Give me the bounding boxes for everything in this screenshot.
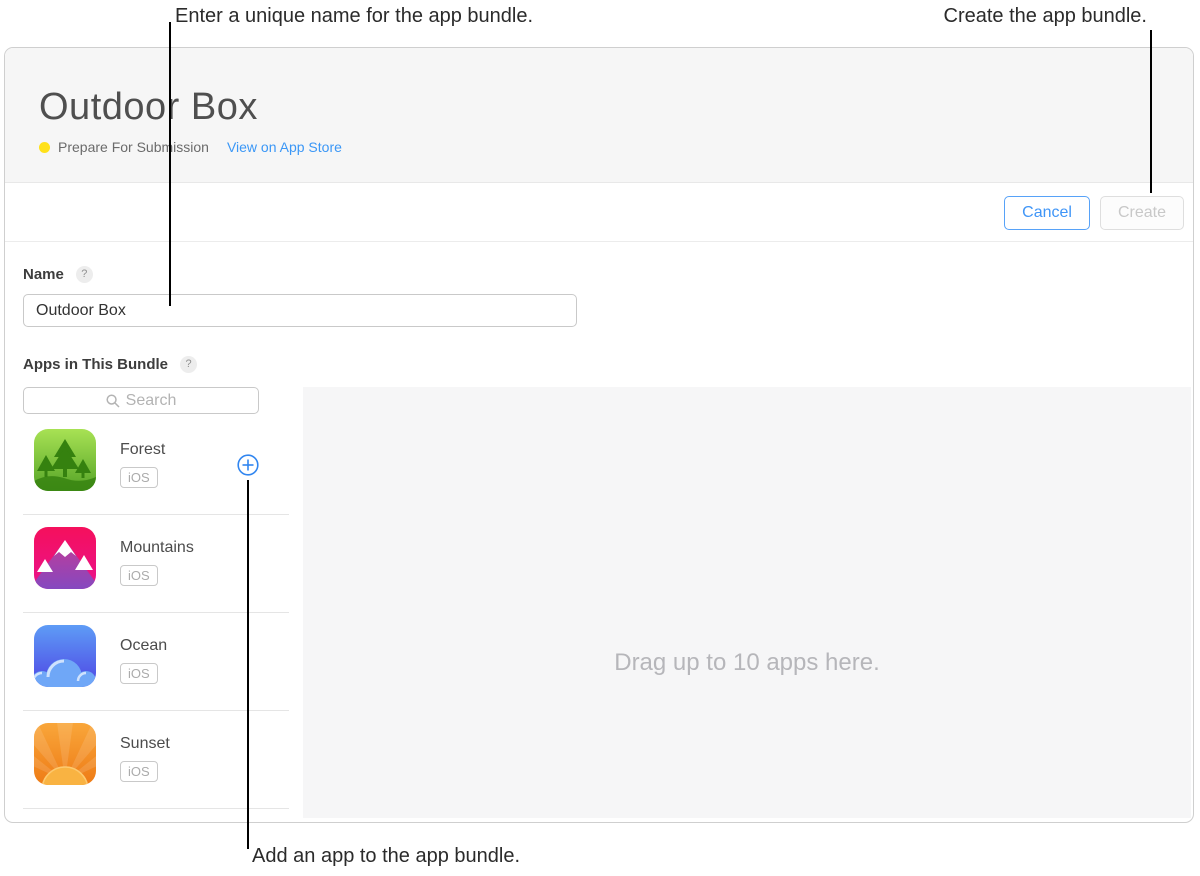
app-name: Forest	[120, 441, 165, 459]
callout-line-create-button	[1150, 30, 1152, 193]
app-name: Sunset	[120, 735, 170, 753]
drop-zone-text: Drag up to 10 apps here.	[303, 387, 1191, 677]
page: Enter a unique name for the app bundle. …	[0, 0, 1200, 876]
app-bundle-panel: Outdoor Box Prepare For Submission View …	[4, 47, 1194, 823]
app-name: Mountains	[120, 539, 194, 557]
view-on-app-store-link[interactable]: View on App Store	[227, 139, 342, 155]
platform-badge: iOS	[120, 467, 158, 488]
app-info: Forest iOS	[120, 429, 165, 523]
toolbar-buttons: Cancel Create	[1004, 196, 1184, 230]
toolbar: Cancel Create	[5, 183, 1193, 242]
callout-line-name-field	[169, 22, 171, 306]
content-area: Name ? Apps in This Bundle ? Search	[5, 242, 1193, 822]
search-input[interactable]: Search	[23, 387, 259, 414]
status-dot-icon	[39, 142, 50, 153]
apps-in-bundle-label: Apps in This Bundle	[23, 356, 168, 373]
name-label: Name	[23, 266, 64, 283]
ocean-app-icon	[34, 625, 96, 687]
status-row: Prepare For Submission View on App Store	[39, 139, 1193, 155]
annotation-name-field: Enter a unique name for the app bundle.	[175, 5, 533, 28]
annotation-create-button: Create the app bundle.	[944, 5, 1148, 28]
annotation-add-app: Add an app to the app bundle.	[252, 845, 520, 868]
panel-header: Outdoor Box Prepare For Submission View …	[5, 48, 1193, 183]
bundle-name-input[interactable]	[23, 294, 577, 327]
create-button[interactable]: Create	[1100, 196, 1184, 230]
name-label-row: Name ?	[23, 266, 93, 283]
page-title: Outdoor Box	[39, 48, 1193, 128]
add-app-button[interactable]	[237, 454, 259, 476]
name-help-icon[interactable]: ?	[76, 266, 93, 283]
forest-app-icon	[34, 429, 96, 491]
app-row-mountains[interactable]: Mountains iOS	[23, 523, 289, 621]
app-info: Ocean iOS	[120, 625, 167, 719]
app-row-forest[interactable]: Forest iOS	[23, 425, 289, 523]
app-row-sunset[interactable]: Sunset iOS	[23, 719, 289, 817]
callout-line-add-app	[247, 480, 249, 849]
apps-help-icon[interactable]: ?	[180, 356, 197, 373]
bundle-drop-zone[interactable]: Drag up to 10 apps here.	[303, 387, 1191, 818]
cancel-button[interactable]: Cancel	[1004, 196, 1090, 230]
platform-badge: iOS	[120, 565, 158, 586]
status-text: Prepare For Submission	[58, 139, 209, 155]
mountains-app-icon	[34, 527, 96, 589]
platform-badge: iOS	[120, 663, 158, 684]
app-info: Mountains iOS	[120, 527, 194, 621]
sunset-app-icon	[34, 723, 96, 785]
platform-badge: iOS	[120, 761, 158, 782]
app-info: Sunset iOS	[120, 723, 170, 817]
app-row-ocean[interactable]: Ocean iOS	[23, 621, 289, 719]
app-list: Forest iOS	[23, 425, 289, 817]
apps-label-row: Apps in This Bundle ?	[23, 356, 197, 373]
search-icon	[106, 394, 120, 408]
search-placeholder: Search	[126, 392, 177, 410]
plus-icon	[237, 454, 259, 476]
app-name: Ocean	[120, 637, 167, 655]
